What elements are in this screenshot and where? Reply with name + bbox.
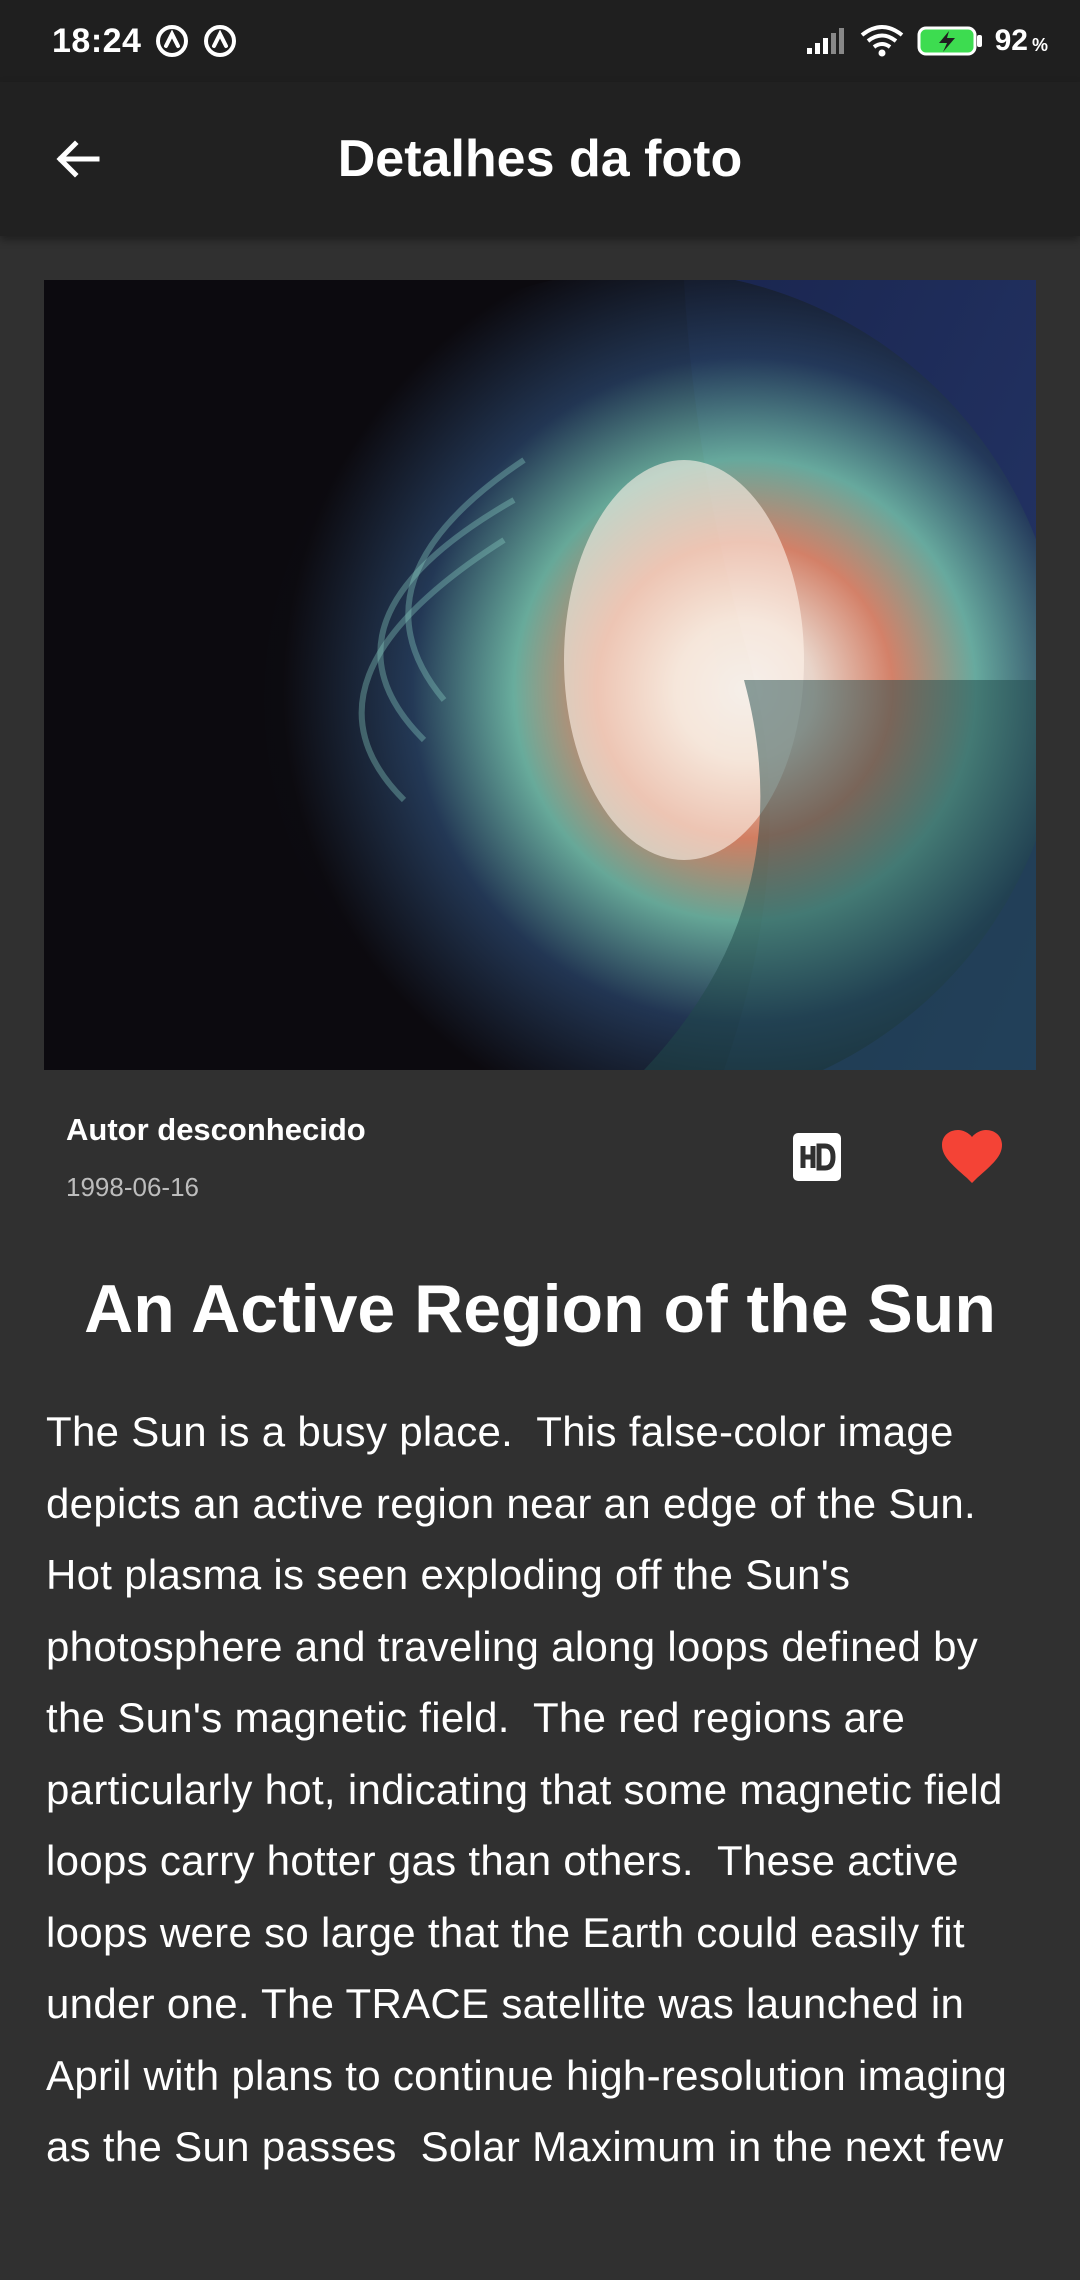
status-bar: 18:24 92 % [0,0,1080,82]
notification-icon [204,25,237,57]
date: 1998-06-16 [66,1172,199,1202]
status-right: 92 % [805,24,1048,58]
heart-icon [942,1130,1002,1183]
hd-icon [793,1133,841,1181]
signal-icon [806,28,844,54]
battery-unit: % [1031,34,1048,55]
wifi-icon [860,25,903,57]
hd-button[interactable] [790,1130,844,1184]
app-bar: Detalhes da foto [0,82,1080,236]
arrow-back-icon [56,140,100,178]
status-time: 18:24 [52,21,142,60]
photo[interactable] [44,280,1036,1070]
sun-image [44,280,1036,1070]
battery-charging-icon [917,26,982,56]
photo-explanation: The Sun is a busy place. This false-colo… [46,1408,1020,2170]
notification-icon [156,25,189,57]
photo-title: An Active Region of the Sun [84,1271,996,1347]
author: Autor desconhecido [66,1112,366,1147]
back-button[interactable] [40,122,114,196]
battery-level: 92 [994,24,1028,57]
page-title: Detalhes da foto [337,130,743,188]
favorite-button[interactable] [940,1126,1004,1188]
photo-meta: Autor desconhecido 1998-06-16 [44,1070,1036,1220]
status-left: 18:24 [52,22,237,61]
